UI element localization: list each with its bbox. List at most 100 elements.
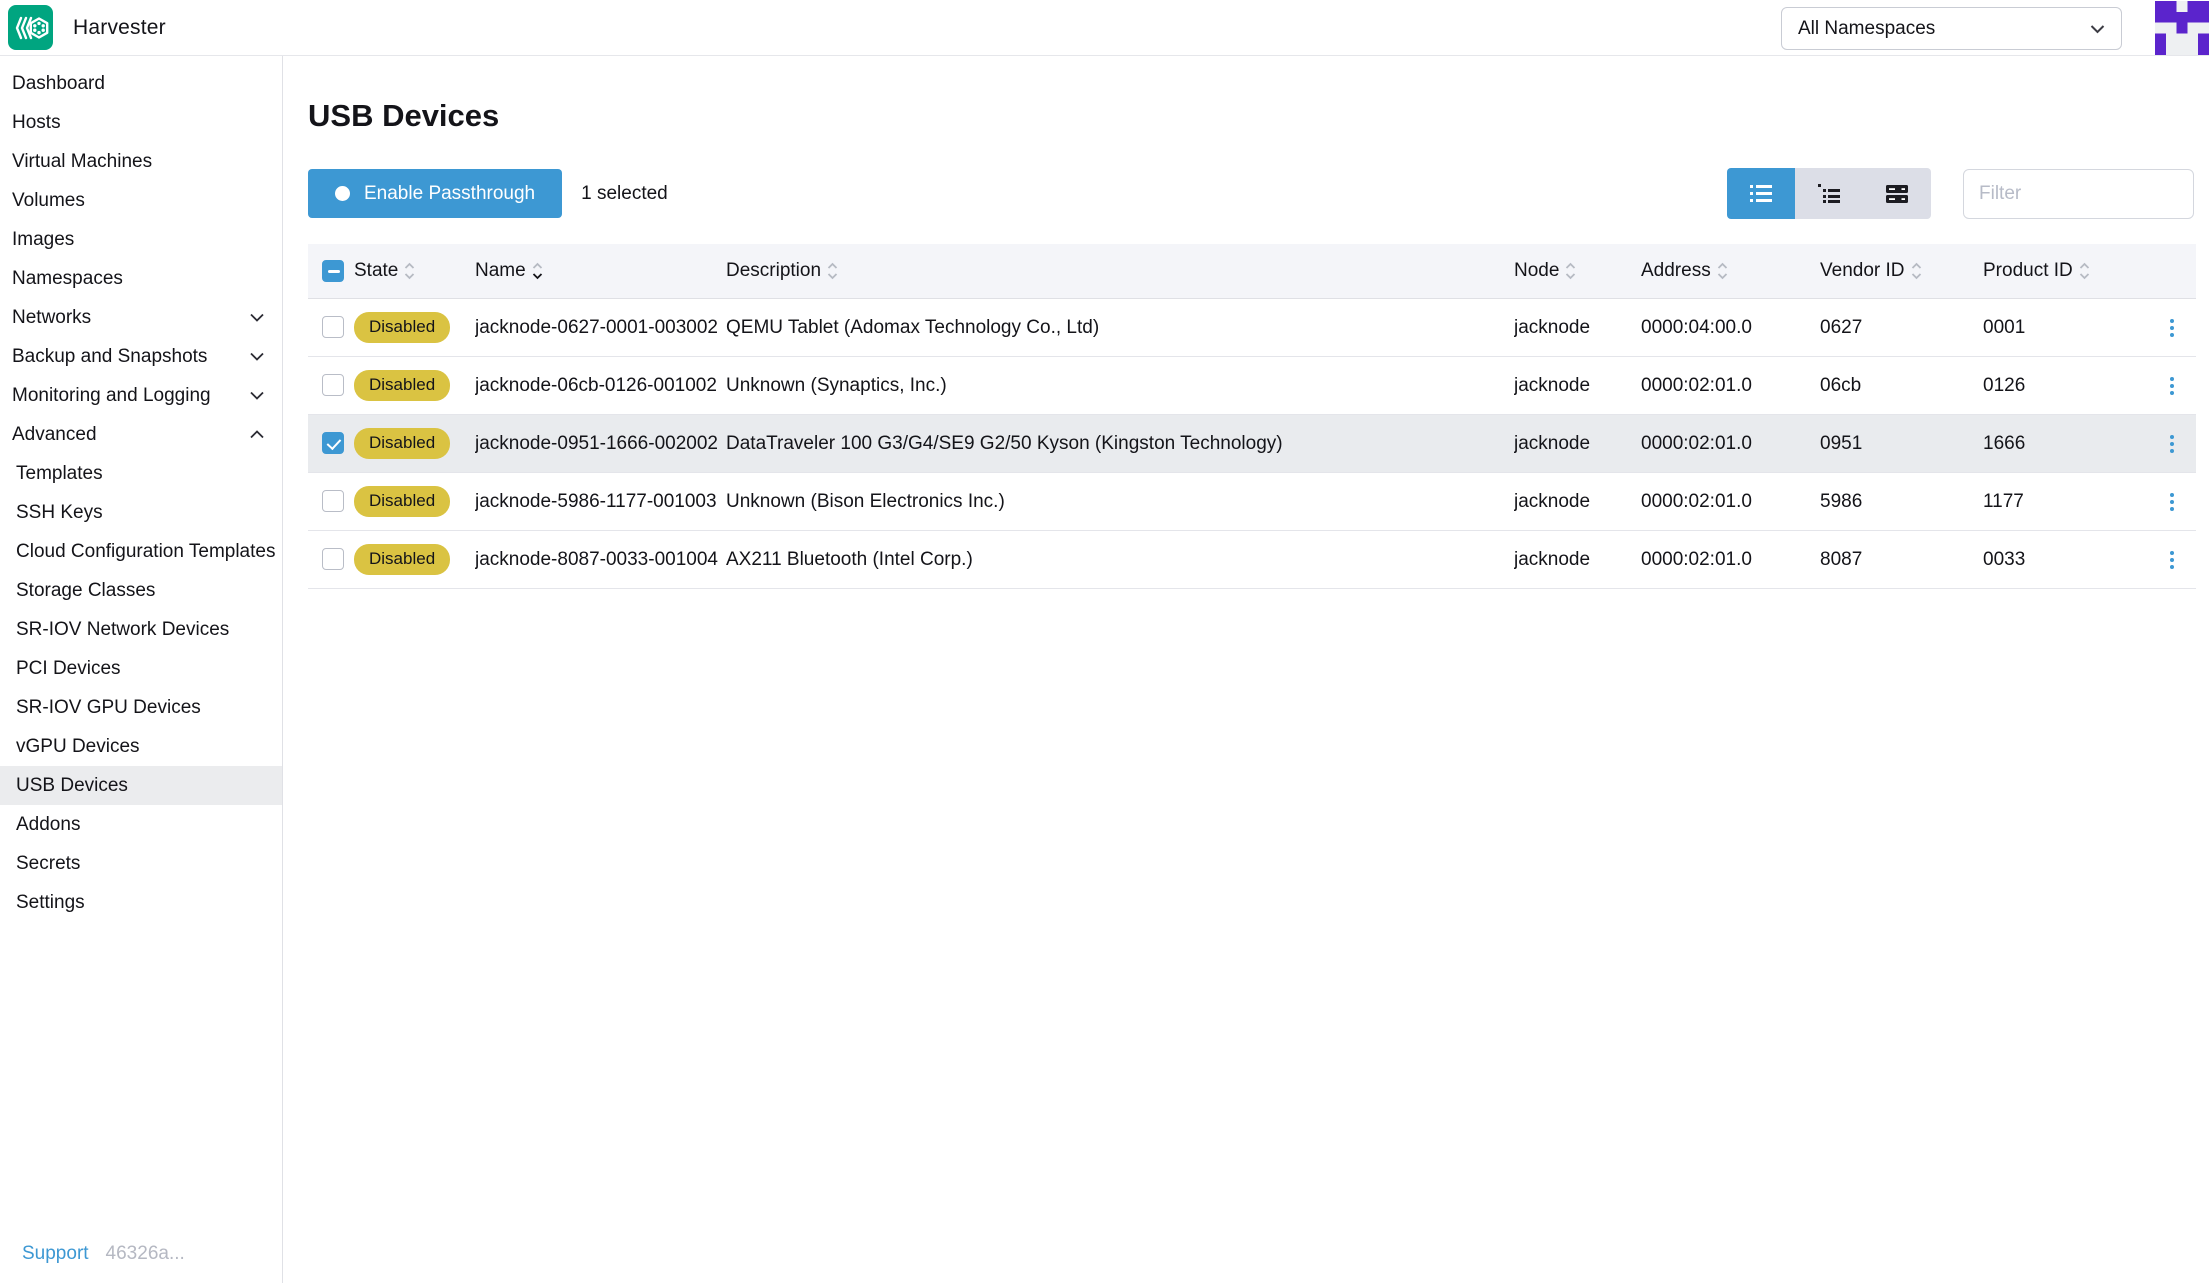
device-product-id: 0033 xyxy=(1983,548,2026,570)
device-description: AX211 Bluetooth (Intel Corp.) xyxy=(726,548,973,570)
table-row[interactable]: Disabled jacknode-0627-0001-003002 QEMU … xyxy=(308,299,2196,357)
column-header-name[interactable]: Name xyxy=(475,260,726,282)
status-badge: Disabled xyxy=(354,370,451,401)
sidebar-item-settings[interactable]: Settings xyxy=(0,883,282,922)
sidebar-item-sriov-network-devices[interactable]: SR-IOV Network Devices xyxy=(0,610,282,649)
sidebar-item-storage-classes[interactable]: Storage Classes xyxy=(0,571,282,610)
device-description: Unknown (Bison Electronics Inc.) xyxy=(726,490,1005,512)
table-row[interactable]: Disabled jacknode-0951-1666-002002 DataT… xyxy=(308,415,2196,473)
sidebar-item-label: Monitoring and Logging xyxy=(12,384,211,406)
column-header-label: Description xyxy=(726,260,822,281)
column-header-label: Name xyxy=(475,260,526,281)
device-node: jacknode xyxy=(1514,548,1591,570)
sidebar-item-sriov-gpu-devices[interactable]: SR-IOV GPU Devices xyxy=(0,688,282,727)
sidebar-item-vgpu-devices[interactable]: vGPU Devices xyxy=(0,727,282,766)
device-product-id: 1666 xyxy=(1983,432,2026,454)
view-list-button[interactable] xyxy=(1727,168,1795,219)
column-header-description[interactable]: Description xyxy=(726,260,1514,282)
row-checkbox[interactable] xyxy=(322,490,344,513)
enable-passthrough-label: Enable Passthrough xyxy=(364,182,536,204)
sidebar-item-backup-and-snapshots[interactable]: Backup and Snapshots xyxy=(0,337,282,376)
sidebar-item-hosts[interactable]: Hosts xyxy=(0,103,282,142)
column-header-label: Product ID xyxy=(1983,260,2073,281)
row-actions-menu-icon[interactable] xyxy=(2148,313,2196,343)
sidebar-item-addons[interactable]: Addons xyxy=(0,805,282,844)
device-name: jacknode-8087-0033-001004 xyxy=(475,548,718,570)
device-product-id: 0126 xyxy=(1983,374,2026,396)
harvester-logo[interactable] xyxy=(8,5,53,50)
sidebar-item-virtual-machines[interactable]: Virtual Machines xyxy=(0,142,282,181)
row-checkbox[interactable] xyxy=(322,432,344,455)
row-actions-menu-icon[interactable] xyxy=(2148,371,2196,401)
row-checkbox[interactable] xyxy=(322,374,344,397)
sidebar-item-advanced[interactable]: Advanced xyxy=(0,415,282,454)
device-description: Unknown (Synaptics, Inc.) xyxy=(726,374,947,396)
sidebar-item-images[interactable]: Images xyxy=(0,220,282,259)
select-all-checkbox[interactable] xyxy=(322,259,344,282)
column-header-state[interactable]: State xyxy=(350,260,475,282)
status-badge: Disabled xyxy=(354,428,451,459)
sidebar-item-label: Images xyxy=(12,228,75,250)
sidebar-item-ssh-keys[interactable]: SSH Keys xyxy=(0,493,282,532)
sort-icon xyxy=(2079,262,2089,280)
view-card-button[interactable] xyxy=(1863,168,1931,219)
sidebar-footer: Support 46326a... xyxy=(22,1243,185,1265)
enable-passthrough-button[interactable]: Enable Passthrough xyxy=(308,169,563,218)
sidebar-item-networks[interactable]: Networks xyxy=(0,298,282,337)
sidebar-item-label: Hosts xyxy=(12,111,61,133)
app-title: Harvester xyxy=(73,15,166,39)
row-actions-menu-icon[interactable] xyxy=(2148,487,2196,517)
table-row[interactable]: Disabled jacknode-8087-0033-001004 AX211… xyxy=(308,531,2196,589)
filter-input[interactable] xyxy=(1963,168,2194,219)
view-grouped-list-button[interactable] xyxy=(1795,168,1863,219)
column-header-node[interactable]: Node xyxy=(1514,260,1641,282)
sidebar-item-label: Volumes xyxy=(12,189,85,211)
sidebar-item-secrets[interactable]: Secrets xyxy=(0,844,282,883)
card-list-icon xyxy=(1886,184,1908,203)
sidebar-item-monitoring-and-logging[interactable]: Monitoring and Logging xyxy=(0,376,282,415)
sidebar-item-cloud-configuration-templates[interactable]: Cloud Configuration Templates xyxy=(0,532,282,571)
sidebar-item-label: Templates xyxy=(16,462,103,484)
sidebar-item-label: Networks xyxy=(12,306,92,328)
chevron-down-icon xyxy=(250,391,264,400)
sidebar-item-label: Storage Classes xyxy=(16,579,156,601)
device-name: jacknode-5986-1177-001003 xyxy=(475,490,717,512)
sidebar-item-usb-devices[interactable]: USB Devices xyxy=(0,766,282,805)
user-avatar[interactable] xyxy=(2155,1,2209,55)
column-header-address[interactable]: Address xyxy=(1641,260,1820,282)
sidebar-item-label: Advanced xyxy=(12,423,97,445)
sidebar-item-namespaces[interactable]: Namespaces xyxy=(0,259,282,298)
status-badge: Disabled xyxy=(354,486,451,517)
device-node: jacknode xyxy=(1514,316,1591,338)
sort-icon xyxy=(405,262,415,280)
sidebar-item-templates[interactable]: Templates xyxy=(0,454,282,493)
support-link[interactable]: Support xyxy=(22,1243,89,1265)
sidebar-item-label: Backup and Snapshots xyxy=(12,345,208,367)
sidebar-item-dashboard[interactable]: Dashboard xyxy=(0,64,282,103)
sidebar-item-volumes[interactable]: Volumes xyxy=(0,181,282,220)
sidebar-item-label: SR-IOV Network Devices xyxy=(16,618,230,640)
device-description: DataTraveler 100 G3/G4/SE9 G2/50 Kyson (… xyxy=(726,432,1283,454)
circle-icon xyxy=(335,186,350,201)
sidebar-item-label: USB Devices xyxy=(16,774,128,796)
row-actions-menu-icon[interactable] xyxy=(2148,429,2196,459)
device-description: QEMU Tablet (Adomax Technology Co., Ltd) xyxy=(726,316,1100,338)
selected-count: 1 selected xyxy=(581,182,668,204)
row-checkbox[interactable] xyxy=(322,548,344,571)
column-header-product-id[interactable]: Product ID xyxy=(1983,260,2148,282)
device-product-id: 1177 xyxy=(1983,490,2024,512)
sidebar-item-label: Virtual Machines xyxy=(12,150,153,172)
table-row[interactable]: Disabled jacknode-06cb-0126-001002 Unkno… xyxy=(308,357,2196,415)
column-header-vendor-id[interactable]: Vendor ID xyxy=(1820,260,1983,282)
sidebar-item-pci-devices[interactable]: PCI Devices xyxy=(0,649,282,688)
table-row[interactable]: Disabled jacknode-5986-1177-001003 Unkno… xyxy=(308,473,2196,531)
row-actions-menu-icon[interactable] xyxy=(2148,545,2196,575)
list-icon xyxy=(1750,185,1772,202)
device-vendor-id: 8087 xyxy=(1820,548,1863,570)
row-checkbox[interactable] xyxy=(322,316,344,339)
sidebar-item-label: Addons xyxy=(16,813,81,835)
page-title: USB Devices xyxy=(308,98,500,133)
sidebar: Dashboard Hosts Virtual Machines Volumes… xyxy=(0,56,283,1283)
chevron-up-icon xyxy=(250,430,264,439)
namespace-selector[interactable]: All Namespaces xyxy=(1781,7,2122,50)
